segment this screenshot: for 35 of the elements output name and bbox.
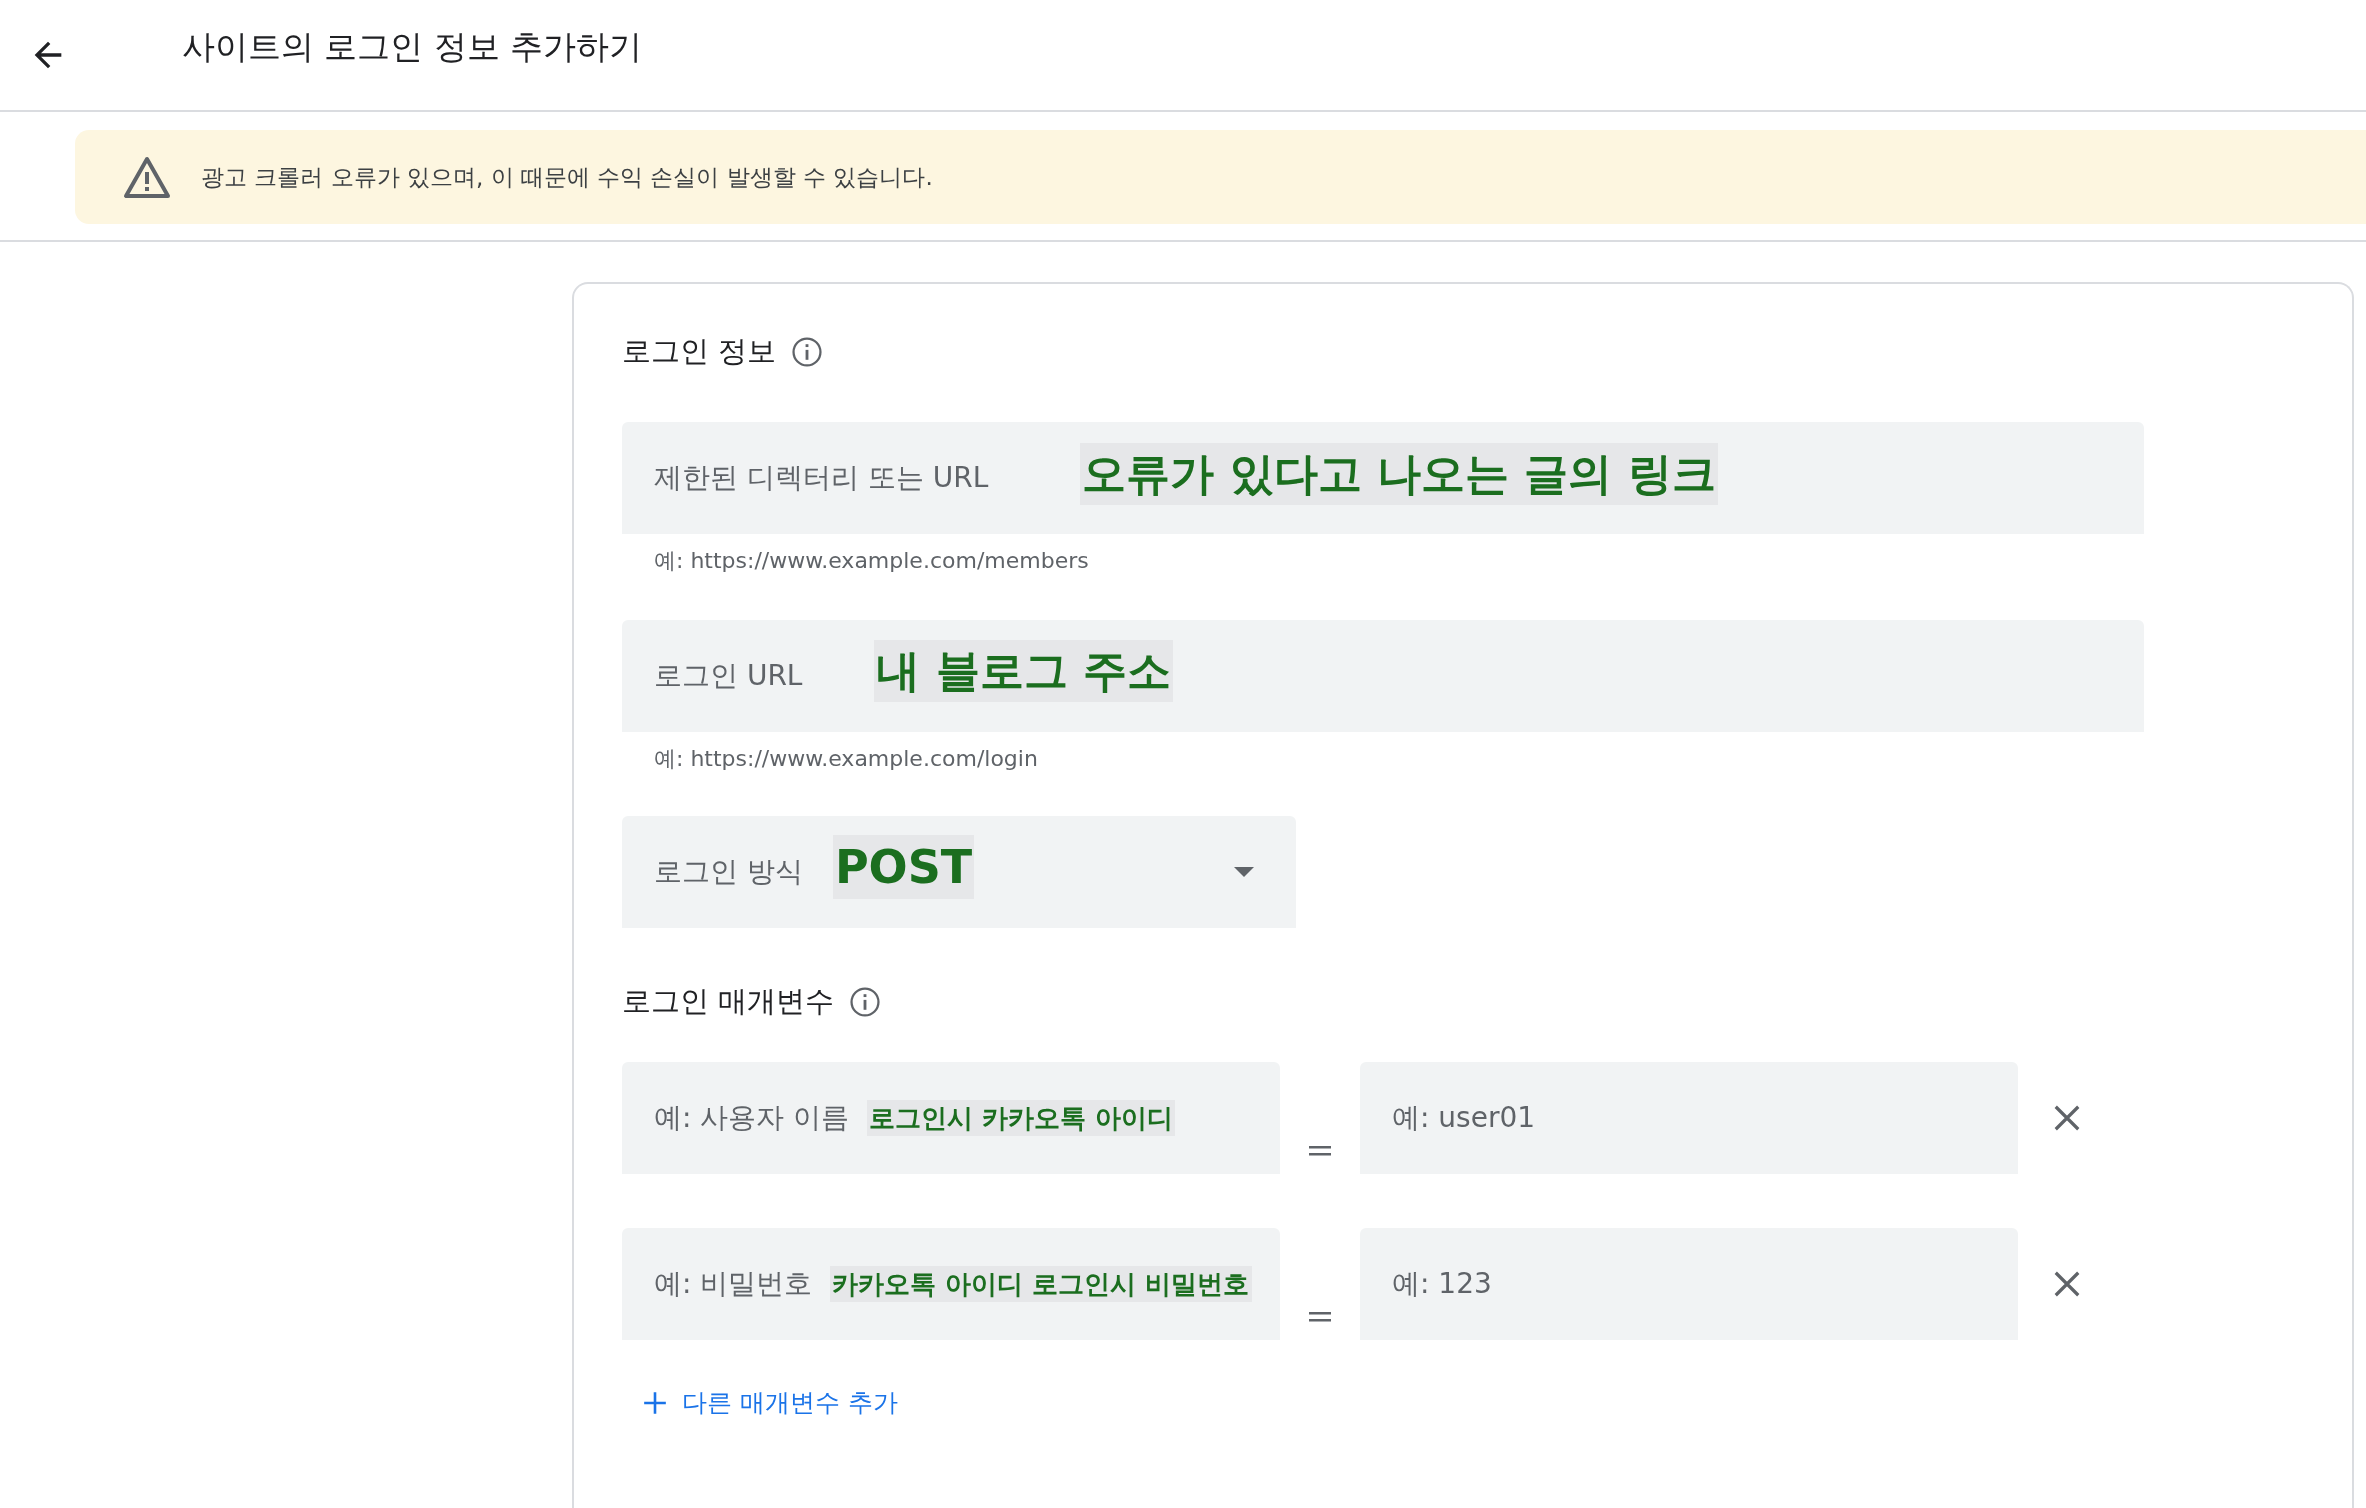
equals-icon [1309, 1312, 1331, 1322]
annotation: 카카오톡 아이디 로그인시 비밀번호 [830, 1265, 1252, 1303]
value-field[interactable]: 예: 123 [1360, 1228, 2018, 1340]
annotation: 내 블로그 주소 [874, 640, 1174, 702]
helper-text: 예: https://www.example.com/login [653, 745, 1039, 773]
field-placeholder: 예: 비밀번호 [654, 1266, 813, 1302]
field-placeholder: 예: 사용자 이름 [654, 1100, 850, 1136]
text-field[interactable]: 제한된 디렉터리 또는 URL 오류가 있다고 나오는 글의 링크 [622, 422, 2144, 534]
close-icon[interactable] [2052, 1103, 2082, 1133]
helper-text: 예: https://www.example.com/members [653, 547, 1090, 575]
section-title: 로그인 정보 [622, 333, 777, 370]
field-label: 로그인 URL [654, 658, 803, 694]
add-parameter-button[interactable]: 다른 매개변수 추가 [622, 1386, 898, 1419]
name-field[interactable]: 예: 비밀번호 카카오톡 아이디 로그인시 비밀번호 [622, 1228, 1280, 1340]
value-field[interactable]: 예: user01 [1360, 1062, 2018, 1174]
field-placeholder: 예: 123 [1392, 1266, 1492, 1302]
section-title: 로그인 매개변수 [622, 983, 835, 1020]
close-icon[interactable] [2052, 1269, 2082, 1299]
field-placeholder: 예: user01 [1392, 1100, 1536, 1136]
info-icon[interactable] [790, 335, 825, 369]
dropdown[interactable]: 로그인 방식 POST [622, 816, 1296, 928]
warning-icon [123, 155, 171, 199]
annotation: POST [832, 834, 975, 900]
warning-message: 광고 크롤러 오류가 있으며, 이 때문에 수익 손실이 발생할 수 있습니다. [201, 162, 933, 192]
page-title: 사이트의 로그인 정보 추가하기 [182, 25, 643, 68]
field-label: 제한된 디렉터리 또는 URL [654, 460, 989, 496]
equals-icon [1309, 1146, 1331, 1156]
annotation: 오류가 있다고 나오는 글의 링크 [1080, 443, 1718, 505]
caret-icon [1232, 865, 1256, 879]
text-field[interactable]: 로그인 URL 내 블로그 주소 [622, 620, 2144, 732]
annotation: 로그인시 카카오톡 아이디 [867, 1099, 1176, 1137]
field-label: 로그인 방식 [654, 854, 803, 890]
info-icon[interactable] [848, 985, 883, 1019]
name-field[interactable]: 예: 사용자 이름 로그인시 카카오톡 아이디 [622, 1062, 1280, 1174]
plus-icon [642, 1389, 668, 1416]
